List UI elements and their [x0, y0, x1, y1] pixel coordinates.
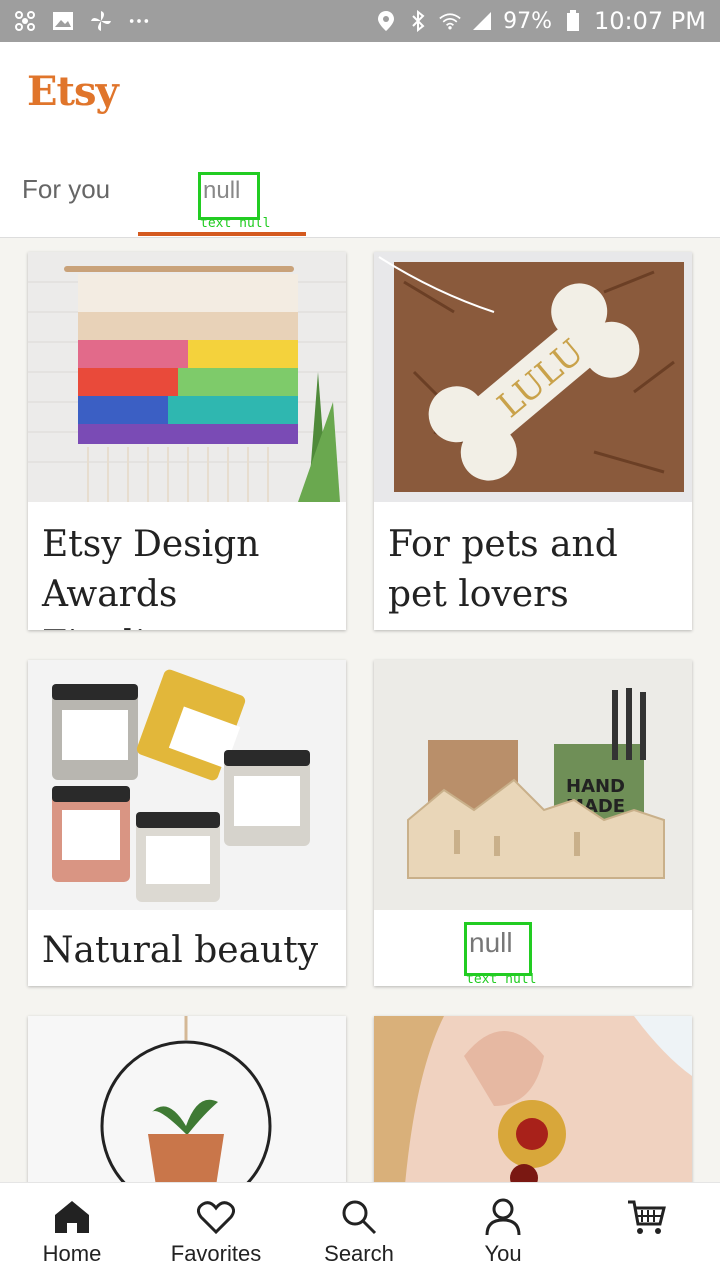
- hanging-plant-image: [28, 1016, 346, 1196]
- clock: 10:07 PM: [594, 7, 706, 35]
- desk-organizer-image: HAND MADE HARVEST: [374, 660, 692, 910]
- nav-favorites-label: Favorites: [170, 1241, 262, 1266]
- status-bar: 97% 10:07 PM: [0, 0, 720, 42]
- nav-favorites[interactable]: Favorites: [156, 1197, 276, 1267]
- bluetooth-icon: [407, 10, 429, 32]
- nav-home-label: Home: [42, 1241, 102, 1266]
- earring-image: [374, 1016, 692, 1196]
- nav-you-label: You: [484, 1241, 522, 1266]
- heart-icon: [156, 1197, 276, 1237]
- card-hanging-plant[interactable]: [28, 1016, 346, 1196]
- app-header: Etsy For you null text null: [0, 42, 720, 238]
- card-title: Etsy Design Awards Finalists: [42, 524, 260, 630]
- tab-second-label: null: [198, 172, 260, 220]
- tab-second-tag: text null: [200, 216, 271, 231]
- card-title: Natural beauty: [42, 930, 319, 971]
- nav-you[interactable]: You: [443, 1197, 563, 1267]
- jars-image: [28, 660, 346, 910]
- wifi-icon: [439, 10, 461, 32]
- card-title-tag: text null: [466, 972, 537, 986]
- card-earring[interactable]: [374, 1016, 692, 1196]
- weaving-wall-hanging-image: [28, 252, 346, 502]
- search-icon: [299, 1197, 419, 1237]
- more-dots-icon: [128, 10, 150, 32]
- bottom-navigation: Home Favorites Search You: [0, 1182, 720, 1280]
- tab-for-you[interactable]: For you: [22, 174, 110, 205]
- svg-text:HAND: HAND: [566, 776, 625, 797]
- etsy-logo[interactable]: Etsy: [27, 68, 119, 115]
- nav-home[interactable]: Home: [12, 1197, 132, 1267]
- cart-icon: [586, 1197, 706, 1237]
- nav-search[interactable]: Search: [299, 1197, 419, 1267]
- fan-icon: [90, 10, 112, 32]
- nav-cart[interactable]: [586, 1197, 706, 1241]
- card-pets[interactable]: LULU For pets and pet lovers: [374, 252, 692, 630]
- card-design-awards[interactable]: Etsy Design Awards Finalists: [28, 252, 346, 630]
- card-title: null: [464, 922, 532, 976]
- pinwheel-icon: [14, 10, 36, 32]
- signal-icon: [471, 10, 493, 32]
- bone-ornament-image: LULU: [374, 252, 692, 502]
- home-icon: [12, 1197, 132, 1237]
- person-icon: [443, 1197, 563, 1237]
- image-icon: [52, 10, 74, 32]
- location-icon: [375, 10, 397, 32]
- card-handmade[interactable]: HAND MADE HARVEST null text null: [374, 660, 692, 986]
- battery-icon: [562, 10, 584, 32]
- tab-second[interactable]: null text null: [138, 172, 308, 236]
- nav-search-label: Search: [324, 1241, 394, 1266]
- card-title: For pets and pet lovers: [388, 524, 618, 615]
- card-natural-beauty[interactable]: Natural beauty: [28, 660, 346, 986]
- battery-percent: 97%: [503, 8, 553, 34]
- active-tab-indicator: [138, 232, 306, 236]
